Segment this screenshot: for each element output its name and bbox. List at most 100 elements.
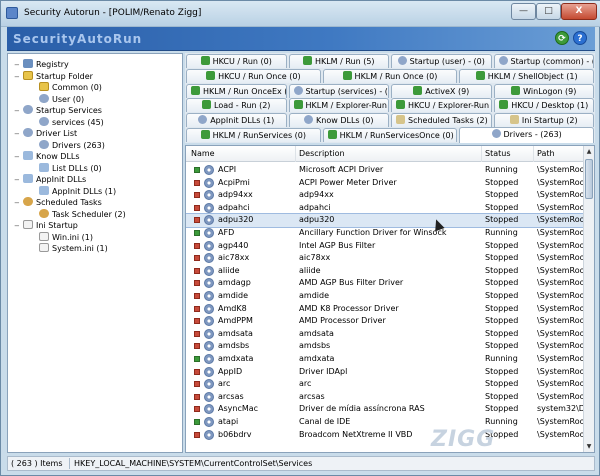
tree-item[interactable]: System.ini (1) [30, 243, 108, 254]
table-row[interactable]: ACPI Microsoft ACPI Driver Running \SystemR… [186, 164, 584, 177]
enabled-checkbox[interactable] [194, 356, 200, 362]
close-button[interactable]: X [561, 3, 597, 20]
enabled-checkbox[interactable] [194, 167, 200, 173]
scroll-down-icon[interactable]: ▼ [584, 441, 594, 452]
maximize-button[interactable]: □ [536, 3, 561, 20]
vertical-scrollbar[interactable]: ▲ ▼ [583, 146, 594, 452]
scrollbar-thumb[interactable] [585, 159, 593, 199]
table-row[interactable]: AppID Driver IDApl Stopped \SystemRoot\ [186, 366, 584, 379]
tab[interactable]: Ini Startup (2) [493, 113, 594, 128]
table-row[interactable]: amdagp AMD AGP Bus Filter Driver Stopped \S… [186, 277, 584, 290]
table-row[interactable]: aliide aliide Stopped \SystemRoot\ [186, 265, 584, 278]
table-row[interactable]: adp94xx adp94xx Stopped \SystemRoot\ [186, 189, 584, 202]
table-row[interactable]: AmdK8 AMD K8 Processor Driver Stopped \Syst… [186, 303, 584, 316]
enabled-checkbox[interactable] [194, 419, 200, 425]
table-row[interactable]: atapiCanal de IDERunning\SystemRoot\ [186, 416, 584, 429]
tab[interactable]: HKLM / Run Once (0) [322, 68, 458, 83]
table-row[interactable]: amdsbs amdsbs Stopped \SystemRoot\ [186, 340, 584, 353]
tree-item[interactable]: User (0) [30, 93, 84, 105]
disabled-checkbox[interactable] [194, 242, 200, 249]
disabled-checkbox[interactable] [194, 192, 200, 199]
table-row[interactable]: amdxata amdxata Running \SystemRoot\ [186, 353, 584, 366]
disabled-checkbox[interactable] [194, 318, 200, 325]
disabled-checkbox[interactable] [194, 406, 200, 413]
table-row[interactable]: AFD Ancillary Function Driver for Winsock… [186, 227, 584, 240]
table-row[interactable]: arcsas arcsas Stopped \SystemRoot\ [186, 391, 584, 404]
tab[interactable]: HKCU / Desktop (1) [493, 98, 594, 113]
table-row[interactable]: amdide amdide Stopped \SystemRoot\ [186, 290, 584, 303]
column-header[interactable]: Status [482, 146, 534, 162]
tab[interactable]: Startup (common) - (0) [493, 54, 594, 68]
tab[interactable]: Scheduled Tasks (2) [391, 113, 492, 128]
help-icon[interactable]: ? [573, 31, 587, 45]
tree-item[interactable]: − Registry [14, 59, 69, 70]
disabled-checkbox[interactable] [194, 381, 200, 388]
title-bar[interactable]: Security Autorun - [POLIM/Renato Zigg] —… [1, 1, 600, 27]
table-row[interactable]: AcpiPmi ACPI Power Meter Driver Stopped \Sy… [186, 177, 584, 190]
tab[interactable]: HKLM / ShellObject (1) [459, 68, 594, 83]
table-row[interactable]: AsyncMac Driver de mídia assíncrona RAS St… [186, 403, 584, 416]
expand-toggle-icon[interactable]: − [14, 60, 23, 71]
table-row[interactable]: arc arc Stopped \SystemRoot\ [186, 378, 584, 391]
expand-toggle-icon[interactable]: − [14, 106, 23, 117]
enabled-checkbox[interactable] [194, 230, 200, 236]
refresh-icon[interactable]: ⟳ [555, 31, 569, 45]
table-row[interactable]: AmdPPM AMD Processor Driver Stopped \System… [186, 315, 584, 328]
tree-item[interactable]: − AppInit DLLs [14, 174, 86, 185]
column-header[interactable]: Name [188, 146, 296, 162]
minimize-button[interactable]: — [511, 3, 536, 20]
tab[interactable]: Load - Run (2) [186, 98, 287, 113]
expand-toggle-icon[interactable]: − [14, 221, 23, 232]
tree-item[interactable]: − Startup Services [14, 105, 102, 116]
tree-item[interactable]: − Scheduled Tasks [14, 197, 102, 208]
disabled-checkbox[interactable] [194, 305, 200, 312]
tab[interactable]: HKLM / Run (5) [288, 54, 389, 68]
disabled-checkbox[interactable] [194, 204, 200, 211]
disabled-checkbox[interactable] [194, 280, 200, 287]
disabled-checkbox[interactable] [194, 330, 200, 337]
tab[interactable]: AppInit DLLs (1) [186, 113, 287, 128]
column-header[interactable]: Path [534, 146, 584, 162]
tree-item[interactable]: Common (0) [30, 82, 102, 93]
tab[interactable]: HKLM / RunServices (0) [186, 128, 321, 142]
tab[interactable]: HKCU / Run Once (0) [186, 68, 321, 83]
disabled-checkbox[interactable] [194, 293, 200, 299]
tab[interactable]: HKLM / Explorer-Run (0) [288, 98, 389, 113]
disabled-checkbox[interactable] [194, 431, 200, 438]
tree-item[interactable]: Task Scheduler (2) [30, 208, 126, 220]
disabled-checkbox[interactable] [194, 255, 200, 262]
disabled-checkbox[interactable] [194, 267, 200, 274]
table-row[interactable]: b06bdrv Broadcom NetXtreme II VBD Stopped \… [186, 429, 584, 442]
table-row[interactable]: amdsata amdsata Stopped \SystemRoot\ [186, 328, 584, 341]
tree-item[interactable]: List DLLs (0) [30, 162, 102, 174]
tree-item[interactable]: − Know DLLs [14, 151, 80, 162]
tab[interactable]: HKLM / RunServicesOnce (0) [322, 128, 458, 142]
disabled-checkbox[interactable] [194, 393, 200, 400]
expand-toggle-icon[interactable]: − [14, 175, 23, 186]
column-header[interactable]: Description [296, 146, 482, 162]
scroll-up-icon[interactable]: ▲ [584, 146, 594, 157]
tree-item[interactable]: Win.ini (1) [30, 231, 93, 243]
expand-toggle-icon[interactable]: − [14, 129, 23, 140]
table-row[interactable]: adpu320 adpu320 Stopped \SystemRoot\ [186, 213, 585, 228]
tree-item[interactable]: Drivers (263) [30, 139, 105, 151]
category-tree[interactable]: − Registry − Startup Folder Common (0) User (… [7, 53, 183, 453]
expand-toggle-icon[interactable]: − [14, 198, 23, 209]
tab[interactable]: WinLogon (9) [493, 83, 594, 98]
disabled-checkbox[interactable] [194, 179, 200, 186]
disabled-checkbox[interactable] [194, 343, 200, 350]
tab[interactable]: HKCU / Run (0) [186, 54, 287, 68]
tab[interactable]: Startup (user) - (0) [391, 54, 492, 68]
tree-item[interactable]: services (45) [30, 116, 104, 128]
table-row[interactable]: agp440 Intel AGP Bus Filter Stopped \System… [186, 240, 584, 253]
expand-toggle-icon[interactable]: − [14, 152, 23, 163]
tab[interactable]: Startup (services) - (45) [288, 83, 389, 98]
tree-item[interactable]: − Ini Startup [14, 220, 78, 231]
driver-list[interactable]: Name Description Status Path ACPI Microsoft … [185, 145, 595, 453]
tree-item[interactable]: − Driver List [14, 128, 77, 139]
tab[interactable]: HKLM / Run OnceEx (0) [186, 83, 287, 98]
expand-toggle-icon[interactable]: − [14, 72, 23, 83]
tab[interactable]: Know DLLs (0) [288, 113, 389, 128]
tab[interactable]: Drivers - (263) [459, 127, 594, 143]
disabled-checkbox[interactable] [194, 217, 200, 224]
